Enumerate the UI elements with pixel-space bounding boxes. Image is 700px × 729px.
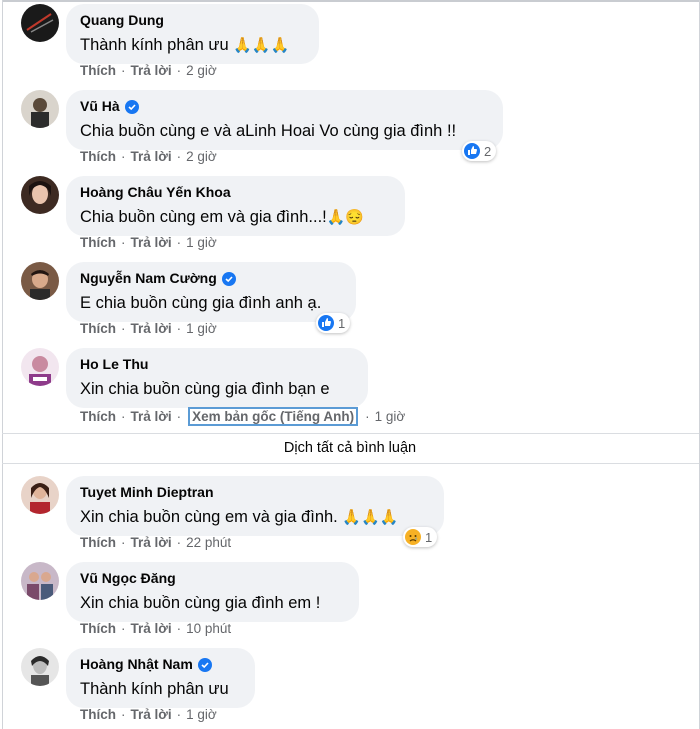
- translate-all-button[interactable]: Dịch tất cả bình luận: [0, 440, 700, 456]
- like-icon: [464, 143, 480, 159]
- comment-time[interactable]: 22 phút: [186, 535, 231, 550]
- pray-emoji: 🙏🙏🙏: [342, 509, 399, 526]
- avatar[interactable]: [21, 648, 59, 686]
- reaction-count: 1: [338, 315, 346, 331]
- like-button[interactable]: Thích: [80, 707, 116, 722]
- comment-actions: Thích · Trả lời · 10 phút: [80, 621, 232, 636]
- comment-text: Chia buồn cùng em và gia đình...!🙏😔: [80, 208, 365, 226]
- pray-sad-emoji: 🙏😔: [326, 209, 365, 226]
- avatar[interactable]: [21, 476, 59, 514]
- comment-time[interactable]: 2 giờ: [186, 149, 217, 164]
- comment-bubble: Vũ Hà Chia buồn cùng e và aLinh Hoai Vo …: [66, 90, 503, 150]
- like-button[interactable]: Thích: [80, 149, 116, 164]
- comment-text: Thành kính phân ưu: [80, 680, 229, 698]
- comment-actions: Thích · Trả lời · 22 phút: [80, 535, 232, 550]
- comment-time[interactable]: 1 giờ: [186, 235, 217, 250]
- comment-author[interactable]: Tuyet Minh Dieptran: [80, 484, 431, 501]
- comment-text: Xin chia buồn cùng em và gia đình. 🙏🙏🙏: [80, 508, 399, 526]
- comment-time[interactable]: 2 giờ: [186, 63, 217, 78]
- comment-author[interactable]: Vũ Hà: [80, 98, 490, 115]
- comment-actions: Thích · Trả lời · 1 giờ: [80, 321, 217, 336]
- avatar[interactable]: [21, 176, 59, 214]
- divider: [2, 463, 699, 464]
- verified-badge-icon: [124, 99, 139, 114]
- avatar[interactable]: [21, 348, 59, 386]
- like-button[interactable]: Thích: [80, 535, 116, 550]
- avatar[interactable]: [21, 4, 59, 42]
- comment-bubble: Hoàng Nhật Nam Thành kính phân ưu: [66, 648, 255, 708]
- comment-time[interactable]: 1 giờ: [375, 409, 406, 424]
- comment-bubble: Ho Le Thu Xin chia buồn cùng gia đình bạ…: [66, 348, 368, 408]
- reply-button[interactable]: Trả lời: [131, 149, 172, 164]
- reply-button[interactable]: Trả lời: [131, 321, 172, 336]
- comment-actions: Thích · Trả lời · Xem bản gốc (Tiếng Anh) ·…: [80, 407, 406, 426]
- reply-button[interactable]: Trả lời: [131, 63, 172, 78]
- comment-text: Chia buồn cùng e và aLinh Hoai Vo cùng g…: [80, 122, 457, 140]
- comment-actions: Thích · Trả lời · 2 giờ: [80, 63, 217, 78]
- comment-text: E chia buồn cùng gia đình anh ạ.: [80, 294, 322, 312]
- avatar[interactable]: [21, 262, 59, 300]
- comment-time[interactable]: 10 phút: [186, 621, 231, 636]
- comment-actions: Thích · Trả lời · 1 giờ: [80, 707, 217, 722]
- comment-text: Thành kính phân ưu 🙏🙏🙏: [80, 36, 290, 54]
- sad-icon: [405, 529, 421, 545]
- reply-button[interactable]: Trả lời: [131, 235, 172, 250]
- comment-bubble: Hoàng Châu Yến Khoa Chia buồn cùng em và…: [66, 176, 405, 236]
- like-button[interactable]: Thích: [80, 409, 116, 424]
- reply-button[interactable]: Trả lời: [131, 621, 172, 636]
- comment-text: Xin chia buồn cùng gia đình em !: [80, 594, 321, 612]
- like-icon: [318, 315, 334, 331]
- like-button[interactable]: Thích: [80, 321, 116, 336]
- comment-actions: Thích · Trả lời · 2 giờ: [80, 149, 217, 164]
- comment-time[interactable]: 1 giờ: [186, 321, 217, 336]
- reaction-summary[interactable]: 1: [403, 527, 438, 547]
- like-button[interactable]: Thích: [80, 63, 116, 78]
- reply-button[interactable]: Trả lời: [131, 535, 172, 550]
- comment-author[interactable]: Vũ Ngọc Đăng: [80, 570, 346, 587]
- reaction-summary[interactable]: 1: [316, 313, 351, 333]
- avatar[interactable]: [21, 90, 59, 128]
- comment-author[interactable]: Hoàng Châu Yến Khoa: [80, 184, 392, 201]
- divider: [2, 433, 699, 434]
- reaction-summary[interactable]: 2: [462, 141, 497, 161]
- comment-author[interactable]: Hoàng Nhật Nam: [80, 656, 242, 673]
- comment-actions: Thích · Trả lời · 1 giờ: [80, 235, 217, 250]
- like-button[interactable]: Thích: [80, 235, 116, 250]
- comment-time[interactable]: 1 giờ: [186, 707, 217, 722]
- verified-badge-icon: [221, 271, 236, 286]
- like-button[interactable]: Thích: [80, 621, 116, 636]
- comment-bubble: Nguyễn Nam Cường E chia buồn cùng gia đì…: [66, 262, 356, 322]
- comment-text: Xin chia buồn cùng gia đình bạn e: [80, 380, 330, 398]
- reply-button[interactable]: Trả lời: [131, 707, 172, 722]
- pray-emoji: 🙏🙏🙏: [233, 37, 290, 54]
- comment-bubble: Quang Dung Thành kính phân ưu 🙏🙏🙏: [66, 4, 319, 64]
- comment-bubble: Tuyet Minh Dieptran Xin chia buồn cùng e…: [66, 476, 444, 536]
- avatar[interactable]: [21, 562, 59, 600]
- reaction-count: 1: [425, 529, 433, 545]
- reaction-count: 2: [484, 143, 492, 159]
- verified-badge-icon: [197, 657, 212, 672]
- comment-bubble: Vũ Ngọc Đăng Xin chia buồn cùng gia đình…: [66, 562, 359, 622]
- comment-author[interactable]: Ho Le Thu: [80, 356, 355, 373]
- comment-author[interactable]: Quang Dung: [80, 12, 306, 29]
- see-original-link[interactable]: Xem bản gốc (Tiếng Anh): [188, 407, 359, 426]
- comment-author[interactable]: Nguyễn Nam Cường: [80, 270, 343, 287]
- reply-button[interactable]: Trả lời: [131, 409, 172, 424]
